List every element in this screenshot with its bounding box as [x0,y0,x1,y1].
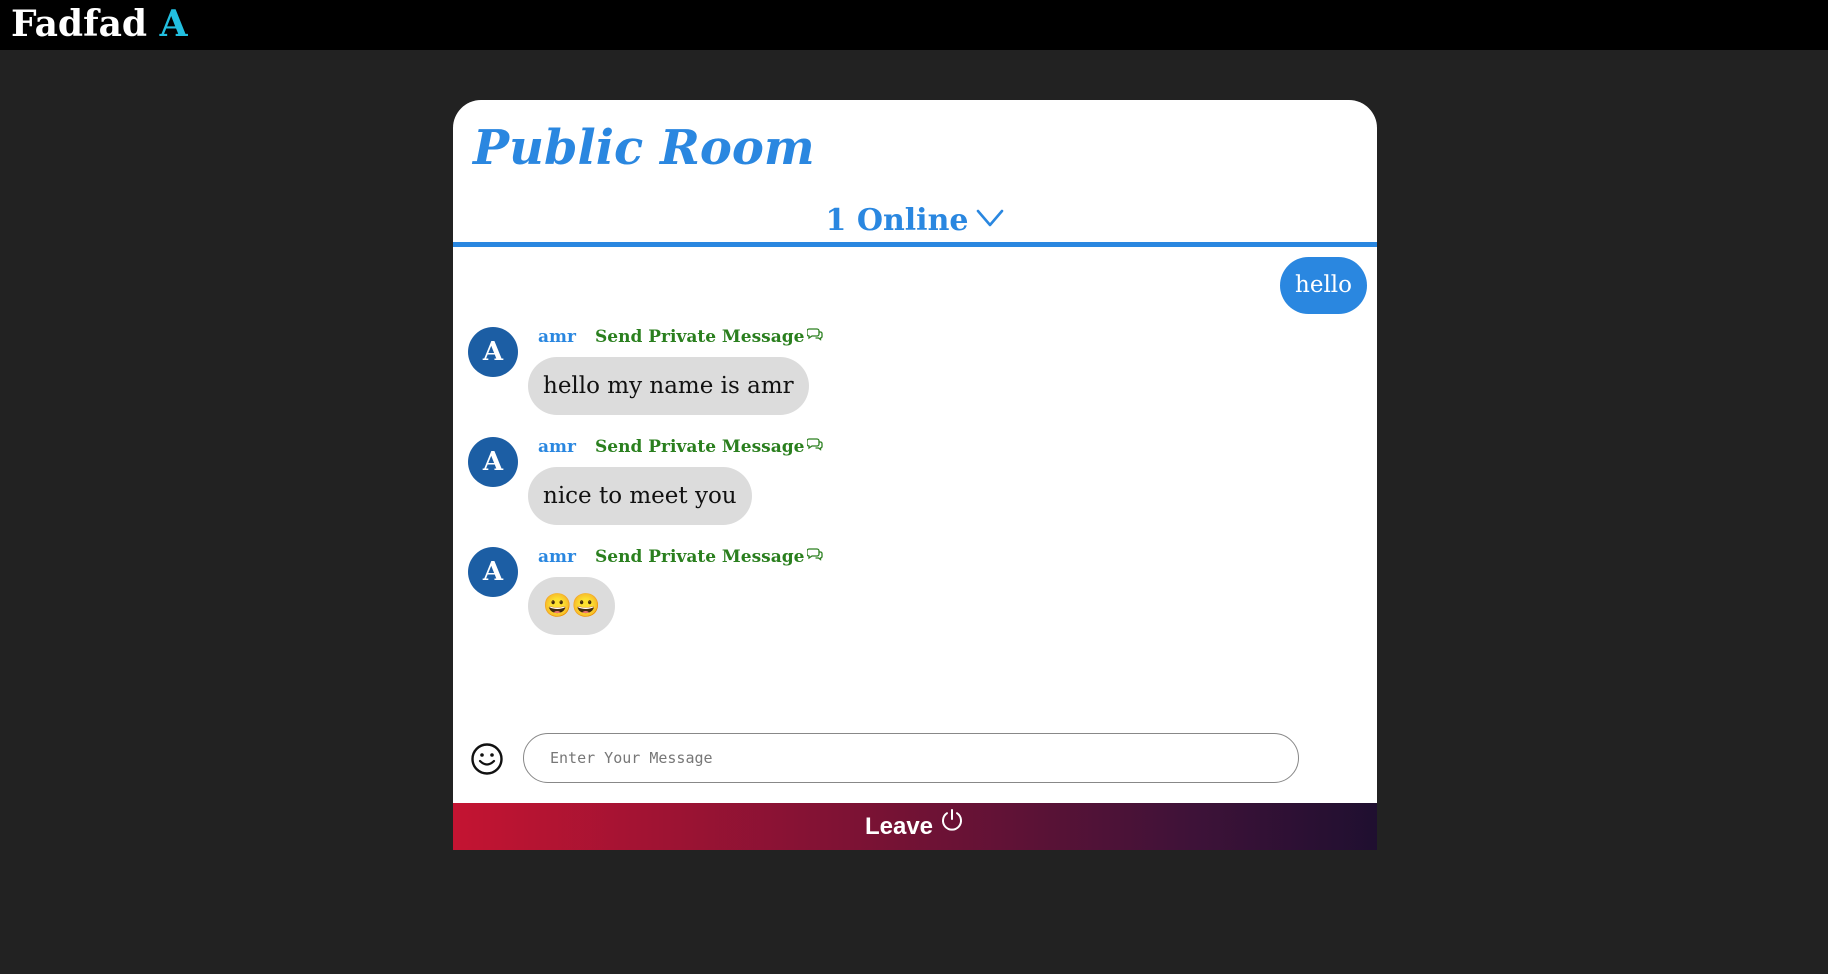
message-bubble: nice to meet you [528,467,752,525]
my-message-bubble: hello [1280,257,1367,314]
sender-name[interactable]: amr [538,325,576,349]
chat-bubbles-icon [806,434,824,458]
message-item: A amr Send Private Message 😀😀 [468,545,1348,645]
send-private-message-link[interactable]: Send Private Message [595,434,824,459]
brand-name: Fadfad [11,3,148,45]
send-private-message-label: Send Private Message [595,327,805,347]
online-count: 1 Online [825,203,969,238]
power-icon [939,802,965,849]
message-list: hello A amr Send Private Message hello m… [453,247,1377,707]
brand-accent-letter: A [159,3,188,45]
sender-name[interactable]: amr [538,545,576,569]
send-private-message-label: Send Private Message [595,437,805,457]
message-input[interactable] [523,733,1299,783]
smiley-icon[interactable] [470,742,504,776]
message-composer [453,730,1377,790]
send-private-message-label: Send Private Message [595,547,805,567]
avatar[interactable]: A [468,547,518,597]
message-item: A amr Send Private Message nice to meet … [468,435,1348,535]
message-bubble: hello my name is amr [528,357,809,415]
leave-label: Leave [864,813,934,840]
chat-bubbles-icon [806,324,824,348]
sender-name[interactable]: amr [538,435,576,459]
online-users-toggle[interactable]: 1 Online [453,200,1377,242]
message-bubble: 😀😀 [528,577,616,635]
message-item: A amr Send Private Message hello my name… [468,325,1348,425]
send-private-message-link[interactable]: Send Private Message [595,544,824,569]
chat-room-card: Public Room 1 Online hello A amr Send Pr… [453,100,1377,850]
brand-logo[interactable]: Fadfad A [11,2,188,46]
top-bar: Fadfad A [0,0,1828,50]
avatar[interactable]: A [468,437,518,487]
avatar[interactable]: A [468,327,518,377]
leave-button[interactable]: Leave [453,803,1377,850]
room-title: Public Room [473,120,815,176]
send-private-message-link[interactable]: Send Private Message [595,324,824,349]
chat-bubbles-icon [806,544,824,568]
chevron-down-icon [976,198,1004,240]
